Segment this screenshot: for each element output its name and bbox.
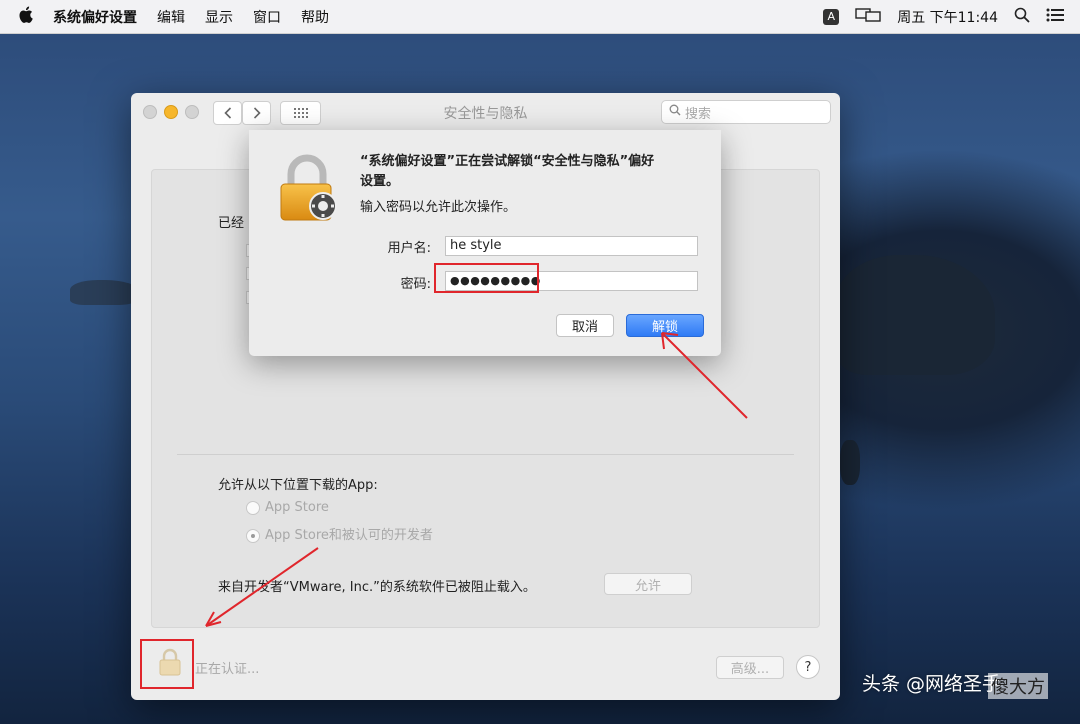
password-label: 密码: bbox=[400, 277, 431, 292]
menubar-clock[interactable]: 周五 下午11:44 bbox=[897, 7, 998, 27]
wallpaper-island-left bbox=[70, 280, 140, 305]
radio-app-store[interactable]: App Store bbox=[246, 500, 329, 515]
section-divider bbox=[177, 454, 794, 455]
watermark-prefix: 头条 bbox=[862, 673, 901, 695]
search-input[interactable]: 搜索 bbox=[661, 100, 831, 124]
help-button[interactable]: ? bbox=[796, 655, 820, 679]
menu-edit[interactable]: 编辑 bbox=[157, 7, 185, 27]
control-center-icon[interactable] bbox=[1046, 8, 1064, 26]
watermark-overlay: 傻大方 bbox=[988, 673, 1048, 699]
annotation-lock-box bbox=[140, 639, 194, 689]
cancel-button[interactable]: 取消 bbox=[556, 314, 614, 337]
username-field[interactable]: he style bbox=[445, 236, 698, 256]
wallpaper-island bbox=[835, 255, 995, 375]
allow-apps-label: 允许从以下位置下载的App: bbox=[218, 478, 378, 493]
menu-view[interactable]: 显示 bbox=[205, 7, 233, 27]
menu-window[interactable]: 窗口 bbox=[253, 7, 281, 27]
advanced-button[interactable]: 高级... bbox=[716, 656, 784, 679]
display-mirror-icon[interactable] bbox=[855, 7, 881, 27]
username-label: 用户名: bbox=[387, 241, 431, 256]
radio-label: App Store bbox=[265, 500, 329, 515]
menu-bar: 系统偏好设置 编辑 显示 窗口 帮助 A 周五 下午11:44 bbox=[0, 0, 1080, 34]
dialog-message-line1: “系统偏好设置”正在尝试解锁“安全性与隐私”偏好 bbox=[360, 154, 655, 169]
radio-circle bbox=[246, 500, 260, 515]
lock-status-text: 正在认证... bbox=[195, 662, 260, 677]
dialog-sub-message: 输入密码以允许此次操作。 bbox=[360, 200, 517, 215]
general-partial-label: 已经 bbox=[218, 216, 245, 231]
spotlight-icon[interactable] bbox=[1014, 7, 1030, 27]
input-source-icon[interactable]: A bbox=[823, 8, 840, 25]
search-placeholder: 搜索 bbox=[685, 106, 712, 122]
allow-button[interactable]: 允许 bbox=[604, 573, 692, 595]
watermark-handle: @网络圣手 bbox=[906, 673, 1002, 695]
dialog-message: “系统偏好设置”正在尝试解锁“安全性与隐私”偏好 设置。 bbox=[360, 152, 700, 192]
annotation-password-box bbox=[434, 263, 539, 293]
radio-label: App Store和被认可的开发者 bbox=[265, 528, 433, 543]
apple-icon[interactable] bbox=[18, 6, 33, 27]
padlock-icon bbox=[277, 154, 341, 228]
unlock-auth-dialog: “系统偏好设置”正在尝试解锁“安全性与隐私”偏好 设置。 输入密码以允许此次操作… bbox=[249, 130, 721, 356]
blocked-extension-message: 来自开发者“VMware, Inc.”的系统软件已被阻止载入。 bbox=[218, 580, 536, 595]
menu-app-name[interactable]: 系统偏好设置 bbox=[53, 7, 137, 27]
radio-app-store-identified[interactable]: App Store和被认可的开发者 bbox=[246, 524, 433, 543]
unlock-button[interactable]: 解锁 bbox=[626, 314, 704, 337]
menu-help[interactable]: 帮助 bbox=[301, 7, 329, 27]
radio-circle-selected bbox=[246, 528, 260, 543]
watermark: 头条 @网络圣手 bbox=[862, 669, 1001, 696]
search-icon bbox=[669, 104, 681, 120]
dialog-message-line2: 设置。 bbox=[360, 174, 400, 189]
wallpaper-island-small bbox=[840, 440, 860, 485]
window-titlebar: 安全性与隐私 搜索 bbox=[131, 93, 840, 131]
